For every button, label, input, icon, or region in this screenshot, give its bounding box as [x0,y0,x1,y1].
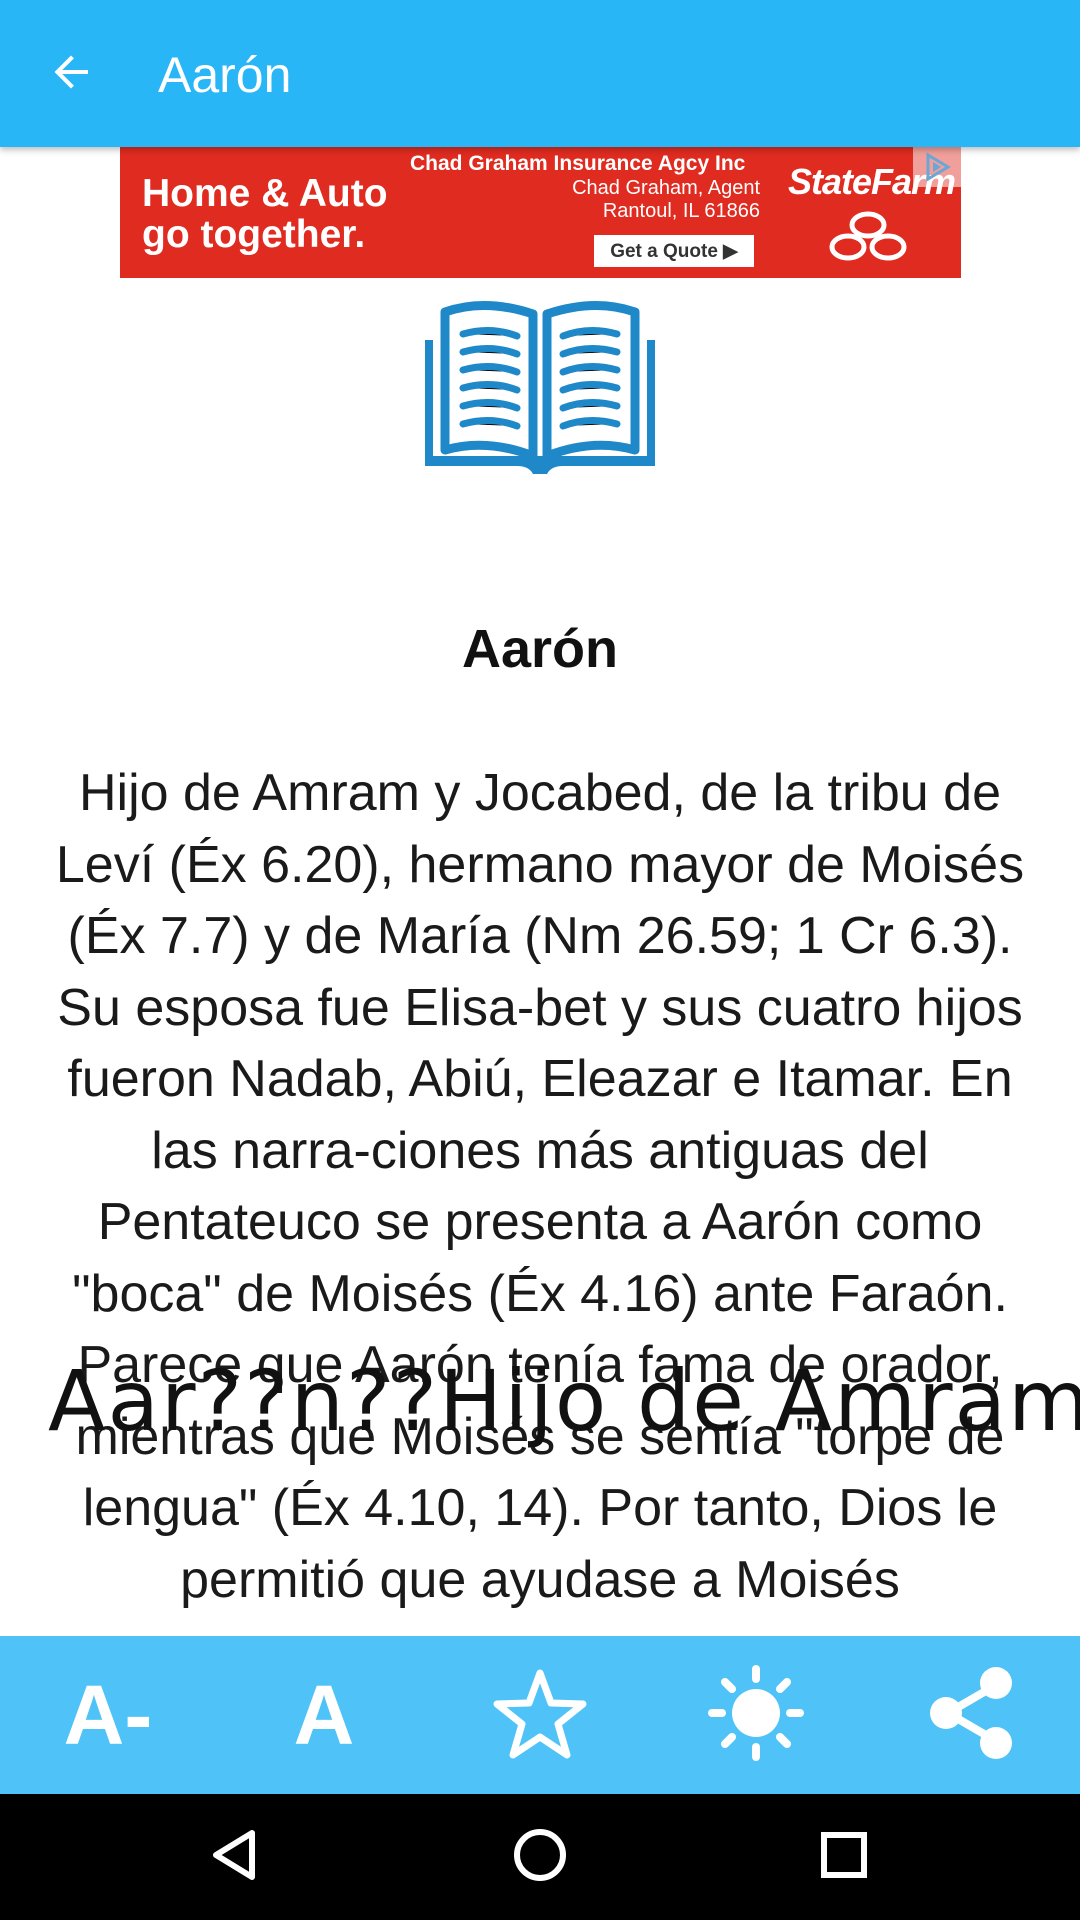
ad-choices-icon[interactable] [913,147,961,187]
nav-home-icon [510,1825,570,1890]
ad-agent-name: Chad Graham, Agent [572,177,760,199]
star-outline-icon [492,1667,588,1764]
sun-icon [706,1663,806,1768]
share-button[interactable] [892,1636,1052,1794]
ad-agent-info: Chad Graham, Agent Rantoul, IL 61866 [500,177,760,223]
back-button[interactable] [36,38,108,110]
font-size-label: A [293,1667,355,1762]
decrease-font-button[interactable]: A- [28,1636,188,1794]
ad-agent-location: Rantoul, IL 61866 [602,200,760,222]
ad-banner[interactable]: Home & Auto go together. Chad Graham Ins… [120,147,961,278]
article-body: Hijo de Amram y Jocabed, de la tribu de … [55,764,1025,1609]
nav-recents-button[interactable] [806,1819,882,1895]
arrow-back-icon [48,48,96,101]
article-title: Aarón [461,619,618,679]
app-bar: Aarón [0,0,1080,147]
decrease-font-label: A- [63,1667,153,1762]
system-nav-bar [0,1794,1080,1920]
open-book-icon [425,300,655,478]
brightness-button[interactable] [676,1636,836,1794]
nav-back-icon [206,1825,266,1890]
ad-headline: Home & Auto go together. [142,172,388,256]
ad-get-quote-button[interactable]: Get a Quote ▶ [594,235,754,267]
statefarm-logo-icon [820,209,916,270]
nav-recents-icon [814,1825,874,1890]
font-size-button[interactable]: A [244,1636,404,1794]
nav-home-button[interactable] [502,1819,578,1895]
share-icon [924,1665,1020,1766]
bottom-toolbar: A- A [0,1636,1080,1794]
nav-back-button[interactable] [198,1819,274,1895]
page-title: Aarón [158,47,292,103]
screen: Aarón Home & Auto go together. Chad Grah… [0,0,1080,1920]
favorite-button[interactable] [460,1636,620,1794]
